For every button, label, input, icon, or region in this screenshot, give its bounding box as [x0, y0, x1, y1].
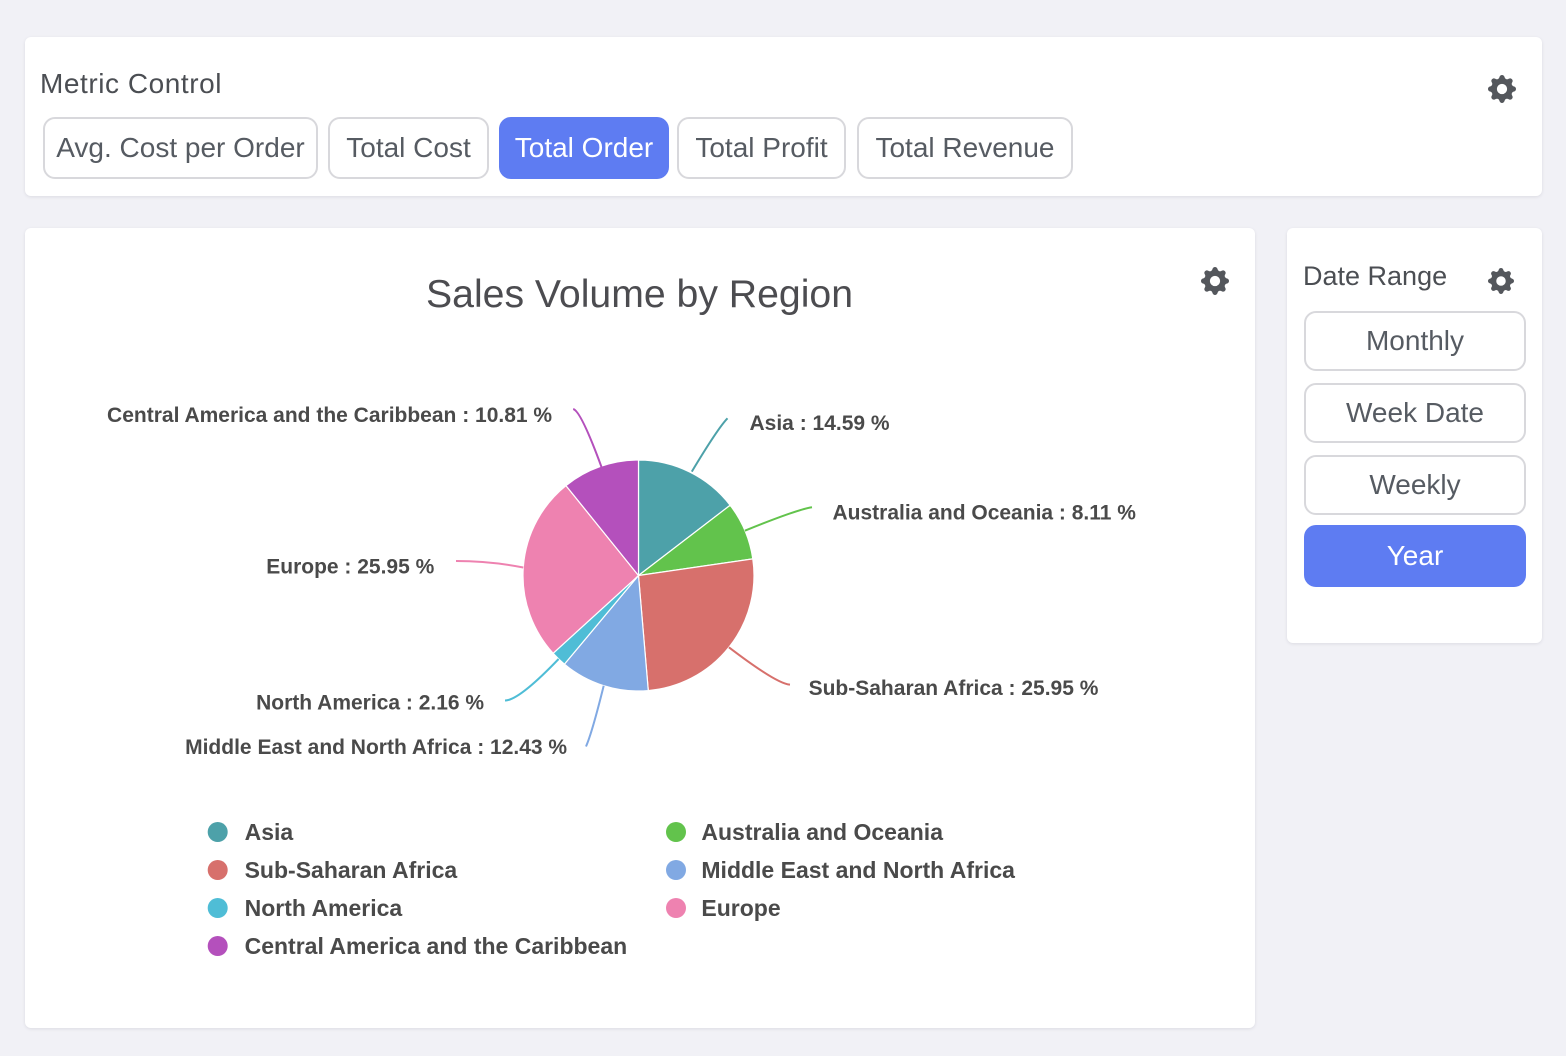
svg-text:Asia : 14.59 %: Asia : 14.59 % — [750, 412, 890, 435]
svg-text:North America: North America — [245, 895, 403, 921]
svg-text:North America : 2.16 %: North America : 2.16 % — [256, 691, 484, 714]
svg-text:Central America and the Caribb: Central America and the Caribbean — [245, 933, 628, 959]
svg-text:Europe : 25.95 %: Europe : 25.95 % — [266, 556, 434, 579]
svg-text:Sales Volume by Region: Sales Volume by Region — [426, 273, 853, 316]
svg-text:Europe: Europe — [701, 895, 780, 921]
svg-text:Middle East and North Africa :: Middle East and North Africa : 12.43 % — [185, 736, 567, 759]
svg-text:Australia and Oceania: Australia and Oceania — [701, 819, 943, 845]
svg-text:Australia and Oceania : 8.11 %: Australia and Oceania : 8.11 % — [833, 502, 1137, 525]
svg-text:Asia: Asia — [245, 819, 294, 845]
svg-text:Middle East and North Africa: Middle East and North Africa — [701, 857, 1015, 883]
svg-text:Sub-Saharan Africa: Sub-Saharan Africa — [245, 857, 458, 883]
svg-text:Central America and the Caribb: Central America and the Caribbean : 10.8… — [107, 404, 552, 427]
svg-text:Sub-Saharan Africa : 25.95 %: Sub-Saharan Africa : 25.95 % — [809, 677, 1099, 700]
